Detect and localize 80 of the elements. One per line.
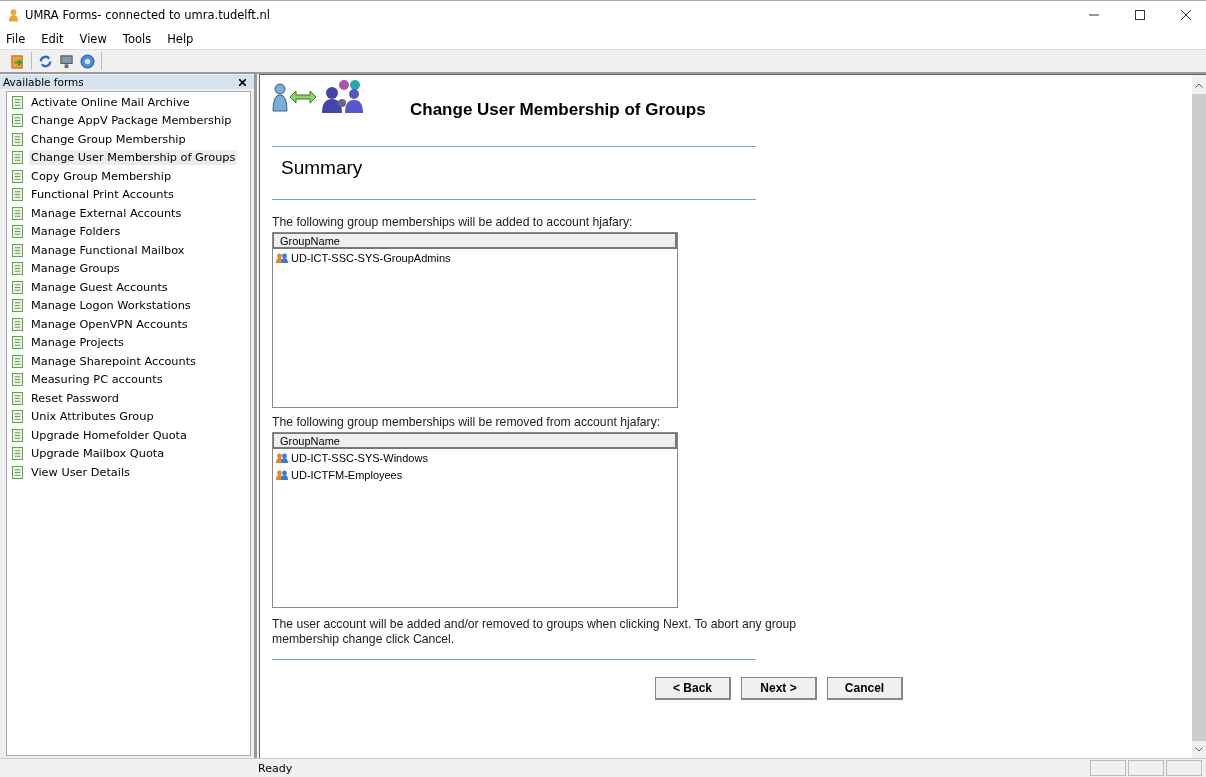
wizard-button[interactable]: < Back bbox=[655, 677, 731, 700]
form-list-item[interactable]: Manage Functional Mailbox bbox=[29, 242, 187, 258]
status-text: Ready bbox=[258, 761, 293, 775]
form-list-item[interactable]: Manage Projects bbox=[29, 335, 126, 351]
form-list-item[interactable]: Manage Logon Workstations bbox=[29, 298, 193, 314]
form-list-item[interactable]: Manage External Accounts bbox=[29, 205, 184, 221]
refresh-icon[interactable] bbox=[38, 53, 53, 69]
form-list-item[interactable]: Upgrade Mailbox Quota bbox=[29, 446, 167, 462]
group-icon bbox=[276, 469, 288, 480]
form-list-item[interactable]: Change Group Membership bbox=[29, 131, 188, 147]
form-list-item[interactable]: Manage Folders bbox=[29, 224, 123, 240]
form-list-item[interactable]: Functional Print Accounts bbox=[29, 187, 176, 203]
menu-item[interactable]: Tools bbox=[120, 32, 154, 46]
form-icon bbox=[12, 428, 23, 442]
group-icon bbox=[276, 452, 288, 463]
form-icon bbox=[12, 225, 23, 239]
form-list-item[interactable]: View User Details bbox=[29, 464, 132, 480]
form-icon bbox=[12, 132, 23, 146]
scroll-up-icon[interactable] bbox=[1195, 83, 1203, 88]
form-icon bbox=[12, 299, 23, 313]
form-icon bbox=[12, 151, 23, 165]
form-icon bbox=[12, 391, 23, 405]
form-icon bbox=[12, 95, 23, 109]
import-icon[interactable] bbox=[10, 53, 25, 69]
form-icon bbox=[12, 447, 23, 461]
status-panel bbox=[1166, 760, 1202, 776]
window-title: UMRA Forms- connected to umra.tudelft.nl bbox=[25, 8, 270, 22]
form-list-item[interactable]: Manage Groups bbox=[29, 261, 122, 277]
form-list-item[interactable]: Change User Membership of Groups bbox=[29, 150, 238, 166]
menu-item[interactable]: Help bbox=[165, 32, 196, 46]
list-intro: The following group memberships will be removed from account hjafary: bbox=[272, 415, 662, 429]
form-list-item[interactable]: Activate Online Mail Archive bbox=[29, 94, 192, 110]
form-icon bbox=[12, 243, 23, 257]
form-icon bbox=[12, 280, 23, 294]
form-list-item[interactable]: Manage Guest Accounts bbox=[29, 279, 170, 295]
form-list-item[interactable]: Unix Attributes Group bbox=[29, 409, 156, 425]
wizard-button[interactable]: Cancel bbox=[827, 677, 903, 700]
wizard-button[interactable]: Next > bbox=[741, 677, 817, 700]
scroll-down-icon[interactable] bbox=[1195, 747, 1203, 752]
form-icon bbox=[12, 317, 23, 331]
form-list-item[interactable]: Reset Password bbox=[29, 390, 121, 406]
form-list-item[interactable]: Manage OpenVPN Accounts bbox=[29, 316, 190, 332]
list-intro: The following group memberships will be added to account hjafary: bbox=[272, 215, 634, 229]
form-icon bbox=[12, 354, 23, 368]
form-list-item[interactable]: Change AppV Package Membership bbox=[29, 113, 234, 129]
menu-item[interactable]: File bbox=[4, 32, 28, 46]
computer-icon[interactable] bbox=[59, 53, 74, 69]
group-icon bbox=[276, 252, 288, 263]
scrollbar[interactable] bbox=[1192, 75, 1206, 758]
group-name[interactable]: UD-ICT-SSC-SYS-Windows bbox=[291, 451, 428, 464]
form-icon bbox=[12, 410, 23, 424]
form-icon bbox=[12, 336, 23, 350]
form-icon bbox=[12, 114, 23, 128]
group-name[interactable]: UD-ICT-SSC-SYS-GroupAdmins bbox=[291, 251, 451, 264]
form-list-item[interactable]: Manage Sharepoint Accounts bbox=[29, 353, 198, 369]
menu-item[interactable]: View bbox=[77, 32, 109, 46]
panel-title: Available forms bbox=[3, 76, 84, 88]
form-list-item[interactable]: Copy Group Membership bbox=[29, 168, 174, 184]
form-icon bbox=[12, 262, 23, 276]
form-list-item[interactable]: Measuring PC accounts bbox=[29, 372, 165, 388]
form-title: Change User Membership of Groups bbox=[410, 100, 706, 120]
form-icon bbox=[12, 188, 23, 202]
form-icon bbox=[12, 169, 23, 183]
form-icon bbox=[12, 206, 23, 220]
status-panel bbox=[1128, 760, 1164, 776]
menu-item[interactable]: Edit bbox=[39, 32, 66, 46]
maximize-icon[interactable] bbox=[1134, 9, 1146, 21]
form-icon bbox=[12, 373, 23, 387]
column-header[interactable]: GroupName bbox=[273, 433, 677, 449]
column-header[interactable]: GroupName bbox=[273, 233, 677, 249]
group-name[interactable]: UD-ICTFM-Employees bbox=[291, 468, 403, 481]
section-title: Summary bbox=[280, 156, 364, 180]
form-icon bbox=[12, 465, 23, 479]
close-icon[interactable] bbox=[1180, 9, 1192, 21]
form-list-item[interactable]: Upgrade Homefolder Quota bbox=[29, 427, 189, 443]
help-icon[interactable] bbox=[80, 53, 95, 69]
close-icon[interactable] bbox=[239, 78, 246, 86]
app-icon bbox=[8, 8, 19, 22]
status-panel bbox=[1090, 760, 1126, 776]
note-text: The user account will be added and/or removed to groups when clicking Next. To abort any group membership change click Cancel. bbox=[272, 617, 798, 647]
